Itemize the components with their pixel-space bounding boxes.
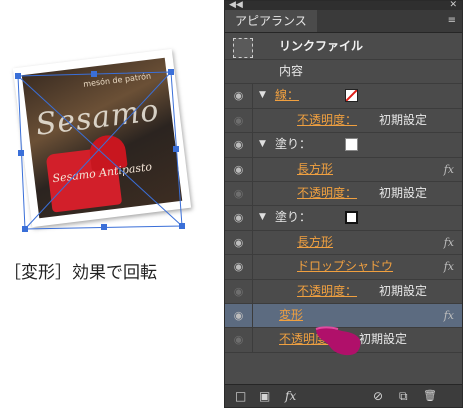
opacity-value: 初期設定	[379, 283, 428, 298]
stroke-none-swatch[interactable]	[345, 89, 358, 103]
clear-appearance-icon[interactable]: ⊘	[373, 388, 383, 404]
panel-menu-icon[interactable]: ≡	[448, 16, 456, 26]
rectangle-effect-label[interactable]: 長方形	[297, 158, 333, 181]
fill-label[interactable]: 塗り：	[275, 133, 311, 156]
row-contents[interactable]: 内容	[225, 60, 462, 85]
visibility-eye-icon[interactable]: ◉	[225, 181, 253, 206]
visibility-eye-icon[interactable]: ◉	[225, 108, 253, 133]
fx-icon[interactable]: fx	[444, 255, 454, 278]
selection-bounding-box	[15, 69, 185, 232]
transform-effect-label[interactable]: 変形	[279, 304, 303, 327]
rectangle-effect-label[interactable]: 長方形	[297, 231, 333, 254]
row-rectangle-effect-2[interactable]: ◉ 長方形 fx	[225, 230, 462, 256]
panel-tabbar: アピアランス ≡	[225, 10, 462, 33]
fx-icon[interactable]: fx	[444, 231, 454, 254]
opacity-label[interactable]: 不透明度：	[297, 280, 357, 303]
visibility-eye-icon[interactable]: ◉	[225, 303, 253, 328]
add-fill-icon[interactable]: ▣	[259, 388, 270, 404]
drop-shadow-label[interactable]: ドロップシャドウ	[297, 255, 393, 278]
fx-icon[interactable]: fx	[444, 158, 454, 181]
panel-topbar: ◀◀ ✕	[225, 0, 462, 10]
visibility-eye-icon[interactable]: ◉	[225, 157, 253, 181]
expand-triangle-icon[interactable]: ▼	[259, 206, 266, 229]
row-linked-file[interactable]: リンクファイル	[225, 32, 462, 60]
opacity-value: 初期設定	[379, 185, 428, 200]
hand-pointer-icon	[315, 326, 361, 356]
visibility-eye-icon[interactable]: ◉	[225, 206, 253, 230]
visibility-eye-icon[interactable]: ◉	[225, 133, 253, 157]
add-effect-fx-icon[interactable]: fx	[285, 388, 296, 404]
visibility-eye-icon[interactable]: ◉	[225, 328, 253, 352]
linked-file-label: リンクファイル	[279, 39, 364, 53]
duplicate-item-icon[interactable]: ⧉	[399, 388, 408, 404]
fill-black-swatch[interactable]	[345, 211, 358, 225]
fill-white-swatch[interactable]	[345, 138, 358, 152]
opacity-label[interactable]: 不透明度：	[297, 109, 357, 132]
linked-file-thumbnail-icon	[233, 38, 253, 58]
visibility-eye-icon[interactable]: ◉	[225, 279, 253, 303]
contents-label: 内容	[279, 64, 304, 78]
tab-appearance[interactable]: アピアランス	[225, 10, 317, 32]
row-rectangle-effect-1[interactable]: ◉ 長方形 fx	[225, 157, 462, 182]
fx-icon[interactable]: fx	[444, 304, 454, 327]
stroke-label[interactable]: 線：	[275, 84, 299, 107]
delete-trash-icon[interactable]: 🗑	[423, 388, 437, 404]
add-stroke-icon[interactable]: □	[235, 388, 246, 404]
row-stroke[interactable]: ◉ ▼ 線：	[225, 84, 462, 109]
visibility-eye-icon[interactable]: ◉	[225, 84, 253, 108]
none-slash-icon	[345, 89, 358, 103]
opacity-value: 初期設定	[379, 112, 428, 127]
row-fill-2-opacity[interactable]: ◉ 不透明度： 初期設定	[225, 279, 462, 304]
expand-triangle-icon[interactable]: ▼	[259, 84, 266, 107]
expand-triangle-icon[interactable]: ▼	[259, 133, 266, 156]
row-drop-shadow[interactable]: ◉ ドロップシャドウ fx	[225, 255, 462, 280]
row-fill-1-opacity[interactable]: ◉ 不透明度： 初期設定	[225, 181, 462, 207]
row-fill-2[interactable]: ◉ ▼ 塗り：	[225, 206, 462, 231]
opacity-value: 初期設定	[359, 332, 408, 347]
fill-label[interactable]: 塗り：	[275, 206, 311, 229]
opacity-label[interactable]: 不透明度：	[297, 182, 357, 205]
visibility-eye-icon[interactable]: ◉	[225, 255, 253, 279]
caption: ［変形］効果で回転	[4, 263, 157, 283]
row-fill-1[interactable]: ◉ ▼ 塗り：	[225, 133, 462, 158]
row-stroke-opacity[interactable]: ◉ 不透明度： 初期設定	[225, 108, 462, 134]
illustration: mesón de patrón Sesamo Sesamo Antipasto …	[0, 0, 220, 283]
panel-bottom-toolbar: □ ▣ fx ⊘ ⧉ 🗑	[225, 384, 462, 407]
appearance-rows: リンクファイル 内容 ◉ ▼ 線： ◉ 不透明度： 初期設定 ◉ ▼ 塗り： ◉…	[225, 32, 462, 353]
visibility-eye-icon[interactable]: ◉	[225, 230, 253, 255]
